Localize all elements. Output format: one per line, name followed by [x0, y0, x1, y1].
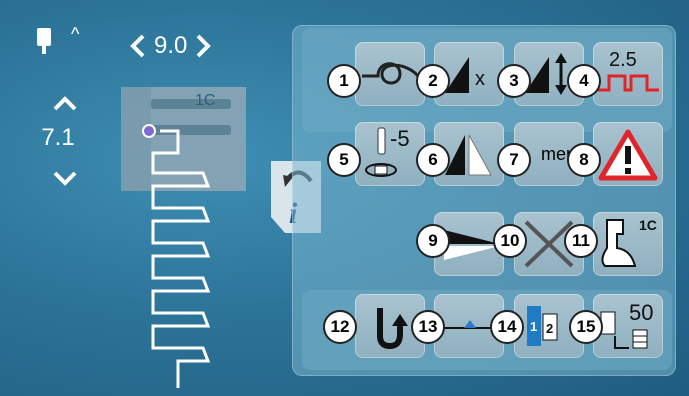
- sewing-screen: ^ 9.0 7.1 1C i: [0, 0, 689, 396]
- width-increase-icon[interactable]: [193, 33, 213, 59]
- pattern-extend-value: 2.5: [609, 49, 637, 71]
- badge-12: 12: [323, 310, 357, 344]
- badge-8: 8: [567, 143, 601, 177]
- needle-position-value: -5: [390, 126, 410, 151]
- needle-up-icon[interactable]: ^: [71, 24, 79, 45]
- badge-13: 13: [411, 310, 445, 344]
- badge-11: 11: [564, 224, 598, 258]
- stitch-width-control: 9.0: [128, 32, 213, 60]
- presser-foot-icon: 1C: [601, 217, 657, 267]
- pattern-repeat-second: 2: [546, 321, 553, 336]
- badge-6: 6: [416, 143, 450, 177]
- needle-position-icon: -5: [365, 126, 410, 177]
- badge-4: 4: [567, 64, 601, 98]
- warning-icon: [598, 129, 658, 181]
- securing-button[interactable]: [355, 42, 425, 106]
- securing-knot-icon: [362, 62, 420, 85]
- presser-foot-value: 1C: [639, 217, 657, 233]
- badge-5: 5: [327, 143, 361, 177]
- stitch-pattern-preview: [142, 124, 211, 388]
- presser-foot-button[interactable]: 1C: [593, 212, 663, 276]
- badge-9: 9: [416, 224, 450, 258]
- needle-icon[interactable]: [34, 26, 58, 56]
- bobbin-button[interactable]: 50: [593, 294, 663, 358]
- width-decrease-icon[interactable]: [128, 33, 148, 59]
- bobbin-icon: 50: [600, 300, 653, 349]
- badge-15: 15: [569, 310, 603, 344]
- badge-1: 1: [327, 64, 361, 98]
- badge-7: 7: [497, 143, 531, 177]
- bobbin-value: 50: [629, 300, 653, 325]
- stitch-width-mark: x: [475, 68, 485, 90]
- warning-button[interactable]: [593, 122, 663, 186]
- badge-14: 14: [490, 310, 524, 344]
- needle-position-button[interactable]: -5: [355, 122, 425, 186]
- stitch-length-value: 7.1: [41, 124, 75, 151]
- presser-foot-preview-label: 1C: [195, 92, 216, 109]
- pattern-extend-icon: 2.5: [597, 49, 659, 92]
- pattern-extend-button[interactable]: 2.5: [593, 42, 663, 106]
- stitch-width-value: 9.0: [154, 32, 188, 59]
- badge-2: 2: [416, 64, 450, 98]
- badge-10: 10: [493, 224, 527, 258]
- length-increase-icon[interactable]: [52, 94, 78, 112]
- badge-3: 3: [497, 64, 531, 98]
- pattern-repeat-first: 1: [530, 319, 537, 334]
- length-decrease-icon[interactable]: [52, 170, 78, 188]
